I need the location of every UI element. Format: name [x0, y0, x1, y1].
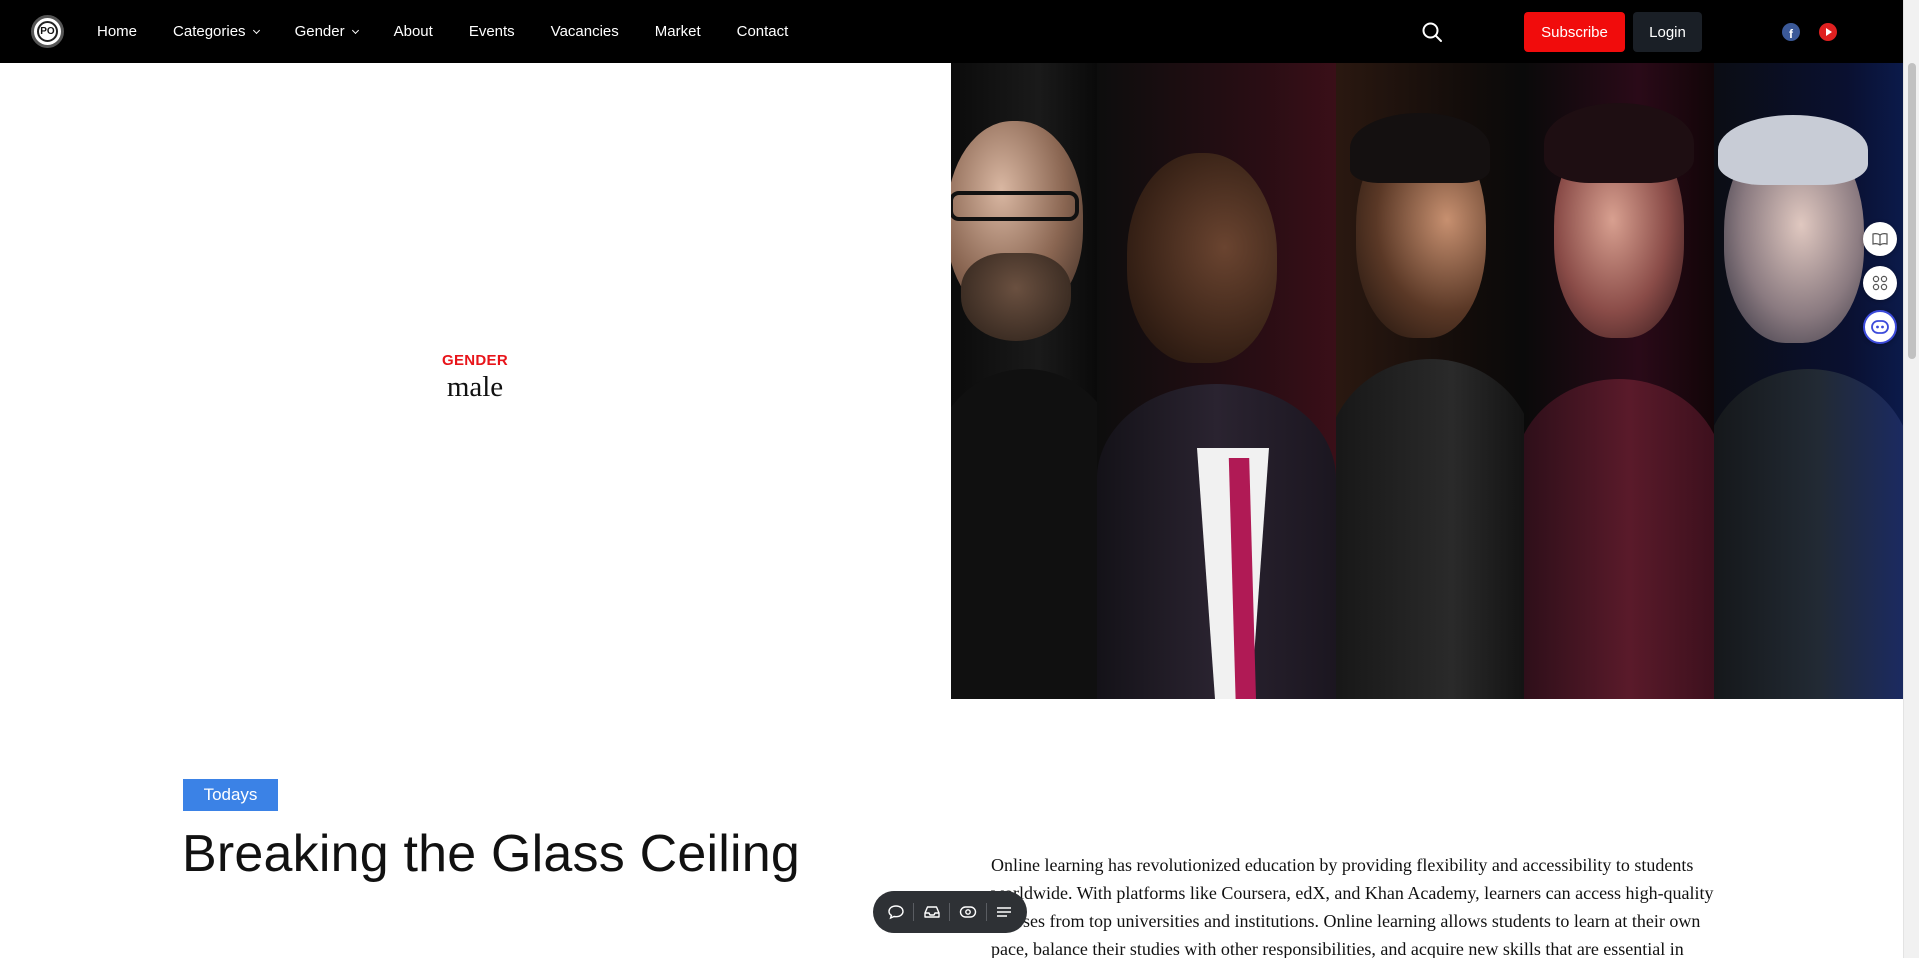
nav-item-gender[interactable]: Gender	[294, 23, 359, 40]
logo-mark: PO	[37, 21, 58, 42]
book-icon[interactable]	[1863, 222, 1897, 256]
nav-item-label: Events	[468, 23, 515, 40]
scrollbar-thumb[interactable]	[1908, 63, 1916, 359]
portrait-4	[1524, 63, 1714, 699]
portrait-2	[1097, 63, 1336, 699]
inbox-icon[interactable]	[920, 904, 944, 920]
chevron-down-icon	[351, 26, 359, 34]
page-scrollbar[interactable]	[1903, 0, 1919, 958]
site-logo[interactable]: PO	[31, 15, 64, 48]
nav-item-home[interactable]: Home	[97, 23, 137, 40]
nav-item-label: Market	[654, 23, 701, 40]
nav-item-categories[interactable]: Categories	[173, 23, 260, 40]
nav-item-contact[interactable]: Contact	[737, 23, 789, 40]
eye-icon[interactable]	[956, 904, 980, 920]
nav-item-label: Gender	[294, 23, 345, 40]
toolbar-divider	[949, 903, 951, 921]
floating-toolbar	[873, 891, 1027, 933]
chevron-down-icon	[252, 26, 260, 34]
toolbar-divider	[913, 903, 915, 921]
nav-item-label: Categories	[173, 23, 246, 40]
hero-portraits-image	[951, 63, 1903, 699]
menu-icon[interactable]	[992, 904, 1016, 920]
hero-title: male	[446, 371, 504, 403]
chat-icon[interactable]	[884, 904, 908, 920]
facebook-icon[interactable]: f	[1782, 23, 1800, 41]
toolbar-divider	[985, 903, 987, 921]
portrait-1	[951, 63, 1097, 699]
nav-item-market[interactable]: Market	[655, 23, 701, 40]
hero-eyebrow: GENDER	[442, 352, 508, 369]
category-tag[interactable]: Todays	[183, 779, 278, 811]
main-menu: Home Categories Gender About Events Vaca…	[97, 0, 824, 63]
article-title: Breaking the Glass Ceiling	[182, 825, 800, 883]
nav-item-label: About	[393, 23, 433, 40]
hero-heading: GENDER male	[380, 352, 570, 404]
ai-assistant-icon[interactable]	[1863, 310, 1897, 344]
nav-item-label: Vacancies	[550, 23, 619, 40]
youtube-icon[interactable]	[1819, 23, 1837, 41]
portrait-5	[1714, 63, 1903, 699]
portrait-3	[1336, 63, 1524, 699]
nav-item-label: Contact	[736, 23, 789, 40]
article-body: Online learning has revolutionized educa…	[991, 855, 1714, 958]
top-navbar: PO Home Categories Gender About Events V…	[0, 0, 1903, 63]
login-button[interactable]: Login	[1633, 12, 1702, 52]
nav-item-about[interactable]: About	[394, 23, 433, 40]
nav-item-label: Home	[97, 23, 138, 40]
subscribe-button[interactable]: Subscribe	[1524, 12, 1625, 52]
nav-item-vacancies[interactable]: Vacancies	[551, 23, 619, 40]
apps-icon[interactable]	[1863, 266, 1897, 300]
nav-item-events[interactable]: Events	[469, 23, 515, 40]
search-icon[interactable]	[1421, 21, 1443, 43]
